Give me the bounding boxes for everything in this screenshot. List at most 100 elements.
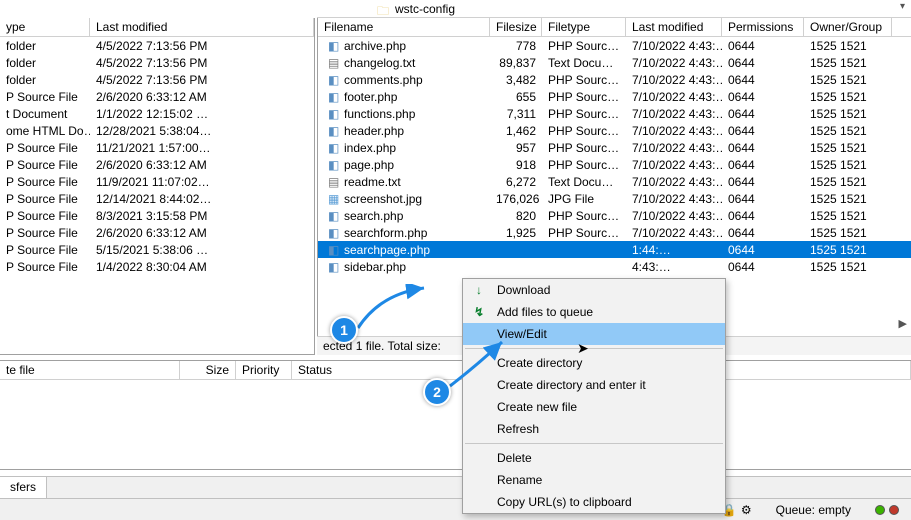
local-row[interactable]: ome HTML Do…12/28/2021 5:38:04… (0, 122, 314, 139)
menu-item-rename[interactable]: Rename (463, 469, 725, 491)
menu-item-label: Add files to queue (497, 305, 593, 319)
col-ownergroup[interactable]: Owner/Group (804, 18, 892, 36)
remote-row[interactable]: comments.php3,482PHP Sourc…7/10/2022 4:4… (318, 71, 911, 88)
menu-item-create-new-file[interactable]: Create new file (463, 396, 725, 418)
remote-row[interactable]: header.php1,462PHP Sourc…7/10/2022 4:43:… (318, 122, 911, 139)
local-row[interactable]: P Source File8/3/2021 3:15:58 PM (0, 207, 314, 224)
remote-row[interactable]: readme.txt6,272Text Docu…7/10/2022 4:43:… (318, 173, 911, 190)
php-file-icon (328, 226, 342, 240)
cell-permissions: 0644 (722, 192, 804, 206)
remote-row[interactable]: search.php820PHP Sourc…7/10/2022 4:43:…0… (318, 207, 911, 224)
cell-filetype: folder (0, 39, 90, 53)
cell-filetype: JPG File (542, 192, 626, 206)
col-filesize[interactable]: Filesize (490, 18, 542, 36)
add-queue-icon (471, 305, 487, 319)
cell-filename: functions.php (318, 107, 490, 121)
led-green (875, 505, 885, 515)
cell-owner: 1525 1521 (804, 175, 892, 189)
cell-lastmodified: 12/14/2021 8:44:02… (90, 192, 314, 206)
cell-lastmodified: 1:44:… (626, 243, 722, 257)
local-row[interactable]: P Source File11/9/2021 11:07:02… (0, 173, 314, 190)
col-lastmodified[interactable]: Last modified (626, 18, 722, 36)
cell-owner: 1525 1521 (804, 90, 892, 104)
txt-file-icon (328, 56, 342, 70)
col-filetype[interactable]: ype (0, 18, 90, 36)
remote-row[interactable]: index.php957PHP Sourc…7/10/2022 4:43:…06… (318, 139, 911, 156)
remote-row[interactable]: screenshot.jpg176,026JPG File7/10/2022 4… (318, 190, 911, 207)
cell-filetype: Text Docu… (542, 175, 626, 189)
menu-item-add-files-to-queue[interactable]: Add files to queue (463, 301, 725, 323)
cell-lastmodified: 7/10/2022 4:43:… (626, 90, 722, 104)
col-filename[interactable]: Filename (318, 18, 490, 36)
tab-transfers[interactable]: sfers (0, 477, 47, 498)
local-row[interactable]: t Document1/1/2022 12:15:02 … (0, 105, 314, 122)
cell-lastmodified: 7/10/2022 4:43:… (626, 226, 722, 240)
local-row[interactable]: P Source File12/14/2021 8:44:02… (0, 190, 314, 207)
local-row[interactable]: P Source File2/6/2020 6:33:12 AM (0, 156, 314, 173)
jpg-file-icon (328, 192, 342, 206)
col-size[interactable]: Size (180, 361, 236, 379)
local-file-list: ype Last modified folder4/5/2022 7:13:56… (0, 18, 315, 355)
cell-lastmodified: 8/3/2021 3:15:58 PM (90, 209, 314, 223)
annotation-badge-1: 1 (330, 316, 358, 344)
menu-item-copy-url-s-to-clipboard[interactable]: Copy URL(s) to clipboard (463, 491, 725, 513)
remote-context-menu: DownloadAdd files to queueView/EditCreat… (462, 278, 726, 514)
remote-breadcrumb[interactable]: wstc-config ▾ (317, 0, 911, 18)
led-red (889, 505, 899, 515)
menu-item-label: Refresh (497, 422, 539, 436)
cell-filesize: 6,272 (490, 175, 542, 189)
remote-row[interactable]: archive.php778PHP Sourc…7/10/2022 4:43:…… (318, 37, 911, 54)
remote-row[interactable]: functions.php7,311PHP Sourc…7/10/2022 4:… (318, 105, 911, 122)
local-row[interactable]: folder4/5/2022 7:13:56 PM (0, 54, 314, 71)
col-priority[interactable]: Priority (236, 361, 292, 379)
local-row[interactable]: P Source File5/15/2021 5:38:06 … (0, 241, 314, 258)
queue-status[interactable]: Queue: empty (770, 503, 857, 517)
cell-lastmodified: 7/10/2022 4:43:… (626, 56, 722, 70)
cell-filesize: 655 (490, 90, 542, 104)
chevron-down-icon[interactable]: ▾ (900, 1, 905, 12)
col-lastmodified[interactable]: Last modified (90, 18, 314, 36)
menu-item-refresh[interactable]: Refresh (463, 418, 725, 440)
remote-row[interactable]: searchform.php1,925PHP Sourc…7/10/2022 4… (318, 224, 911, 241)
annotation-badge-2: 2 (423, 378, 451, 406)
cell-lastmodified: 4/5/2022 7:13:56 PM (90, 56, 314, 70)
col-filetype[interactable]: Filetype (542, 18, 626, 36)
local-row[interactable]: P Source File11/21/2021 1:57:00… (0, 139, 314, 156)
remote-row[interactable]: searchpage.php1:44:…06441525 1521 (318, 241, 911, 258)
cell-lastmodified: 11/21/2021 1:57:00… (90, 141, 314, 155)
remote-row[interactable]: page.php918PHP Sourc…7/10/2022 4:43:…064… (318, 156, 911, 173)
remote-header-row[interactable]: FilenameFilesizeFiletypeLast modifiedPer… (318, 18, 911, 37)
local-row[interactable]: P Source File2/6/2020 6:33:12 AM (0, 224, 314, 241)
menu-item-download[interactable]: Download (463, 279, 725, 301)
remote-row[interactable]: footer.php655PHP Sourc…7/10/2022 4:43:…0… (318, 88, 911, 105)
local-row[interactable]: P Source File2/6/2020 6:33:12 AM (0, 88, 314, 105)
cell-permissions: 0644 (722, 226, 804, 240)
cell-permissions: 0644 (722, 158, 804, 172)
menu-item-delete[interactable]: Delete (463, 447, 725, 469)
cell-filename: archive.php (318, 39, 490, 53)
cell-lastmodified: 4/5/2022 7:13:56 PM (90, 73, 314, 87)
menu-item-label: Create new file (497, 400, 577, 414)
local-header-row[interactable]: ype Last modified (0, 18, 314, 37)
cell-filename: index.php (318, 141, 490, 155)
col-remote-file[interactable]: te file (0, 361, 180, 379)
cell-lastmodified: 4:43:… (626, 260, 722, 274)
cell-filesize: 1,462 (490, 124, 542, 138)
local-row[interactable]: P Source File1/4/2022 8:30:04 AM (0, 258, 314, 275)
cell-filename: readme.txt (318, 175, 490, 189)
cell-filetype: P Source File (0, 260, 90, 274)
cell-permissions: 0644 (722, 39, 804, 53)
local-row[interactable]: folder4/5/2022 7:13:56 PM (0, 37, 314, 54)
scroll-right-icon[interactable]: ▶ (899, 317, 907, 330)
menu-item-label: Copy URL(s) to clipboard (497, 495, 632, 509)
menu-item-label: Rename (497, 473, 542, 487)
remote-row[interactable]: sidebar.php4:43:…06441525 1521 (318, 258, 911, 275)
cell-filetype: folder (0, 73, 90, 87)
cell-lastmodified: 5/15/2021 5:38:06 … (90, 243, 314, 257)
cell-lastmodified: 4/5/2022 7:13:56 PM (90, 39, 314, 53)
remote-row[interactable]: changelog.txt89,837Text Docu…7/10/2022 4… (318, 54, 911, 71)
cell-permissions: 0644 (722, 175, 804, 189)
cell-filename: changelog.txt (318, 56, 490, 70)
local-row[interactable]: folder4/5/2022 7:13:56 PM (0, 71, 314, 88)
col-permissions[interactable]: Permissions (722, 18, 804, 36)
